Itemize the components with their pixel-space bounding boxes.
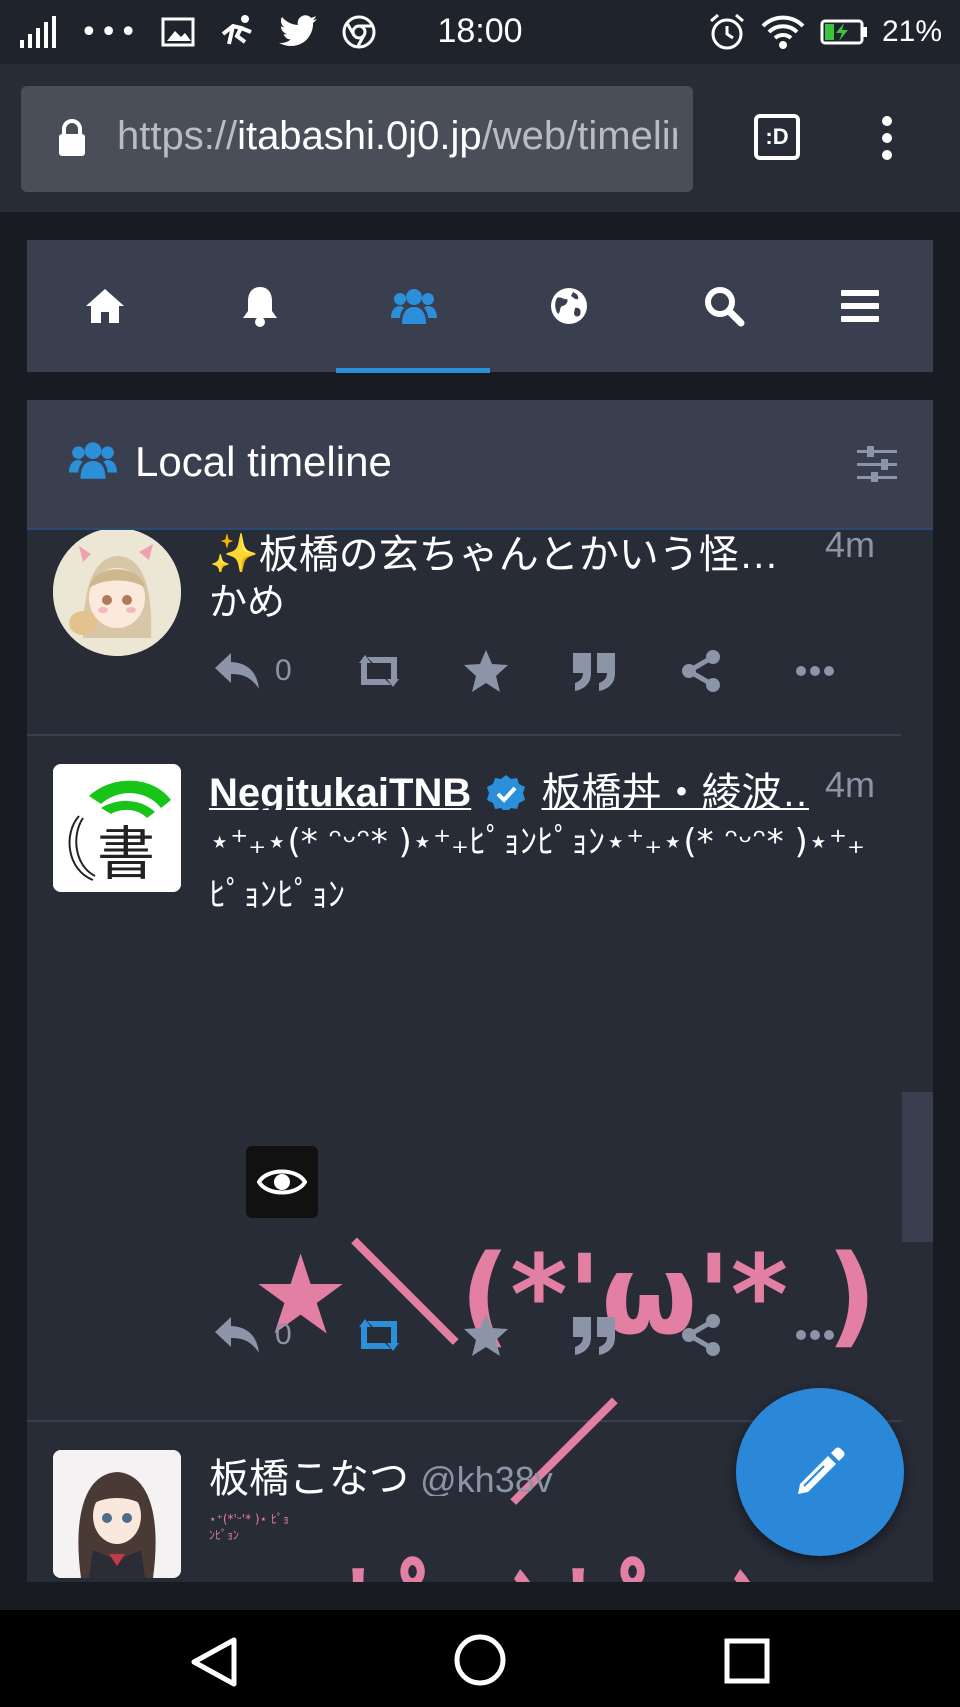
display-name[interactable]: 板橋こなつ	[209, 1457, 409, 1496]
url-path: /web/timelines/public/local	[481, 114, 677, 158]
favourite-button[interactable]	[463, 646, 509, 696]
status-content: ⋆⁺(*'ᵕ'* )⋆ ﾋﾟｮﾝﾋﾟｮﾝ	[209, 1512, 289, 1542]
tab-switcher-button[interactable]: :D	[754, 114, 800, 160]
reply-count: 0	[275, 1318, 292, 1351]
eye-icon	[257, 1169, 307, 1195]
status-content: ⋆⁺₊⋆(* ︎ᵔᵕᵔ︎* )⋆⁺₊ﾋﾟｮﾝﾋﾟｮﾝ⋆⁺₊⋆(* ︎ᵔᵕᵔ︎* …	[209, 822, 865, 915]
account-handle[interactable]: @kh38v	[420, 1459, 553, 1496]
avatar-image	[53, 1450, 181, 1578]
hamburger-menu-icon	[840, 290, 879, 322]
active-tab-indicator	[336, 368, 490, 373]
status-time[interactable]: 4m	[825, 764, 875, 806]
more-button[interactable]	[795, 1310, 835, 1360]
system-navigation-bar	[0, 1610, 960, 1707]
boost-button[interactable]	[351, 1310, 407, 1360]
boost-button[interactable]	[351, 646, 407, 696]
globe-icon	[550, 288, 587, 324]
battery-charging-icon	[820, 19, 867, 45]
column-title: Local timeline	[135, 438, 392, 485]
tab-switcher-label: :D	[765, 124, 789, 149]
status-header[interactable]: NegitukaiTNB 板橋丼・綾波…	[209, 760, 809, 810]
reply-button[interactable]: 0	[213, 646, 292, 696]
lock-icon	[59, 119, 85, 156]
browser-toolbar: https://itabashi.0j0.jp/web/timelines/pu…	[0, 64, 960, 212]
address-bar[interactable]: https://itabashi.0j0.jp/web/timelines/pu…	[21, 86, 693, 192]
reply-icon	[215, 1317, 259, 1353]
compose-button[interactable]	[736, 1388, 904, 1556]
display-name[interactable]: ✨板橋の玄ちゃんとかいう怪…	[209, 530, 809, 572]
svg-text:書: 書	[97, 820, 155, 888]
url-host: itabashi.0j0.jp	[237, 114, 482, 158]
avatar[interactable]	[53, 1450, 181, 1578]
reply-icon	[215, 653, 259, 689]
browser-menu-icon[interactable]	[872, 114, 902, 162]
quote-icon	[573, 1317, 615, 1355]
share-button[interactable]	[679, 1310, 723, 1360]
avatar-image	[53, 530, 181, 656]
scrollbar-thumb[interactable]	[902, 1092, 933, 1242]
users-icon	[69, 442, 117, 479]
share-button[interactable]	[679, 646, 723, 696]
status-actions: 0	[213, 646, 873, 696]
system-status-bar: ••• 18:00 21%	[0, 0, 960, 64]
account-handle[interactable]: 板橋丼・綾波…	[542, 771, 810, 810]
ellipsis-icon	[796, 1330, 834, 1340]
toggle-visibility-button[interactable]	[246, 1146, 318, 1218]
pencil-icon	[798, 1447, 845, 1494]
quote-icon	[573, 653, 615, 691]
url-text: https://itabashi.0j0.jp/web/timelines/pu…	[117, 114, 677, 159]
tab-federated[interactable]	[491, 240, 646, 372]
url-scheme: https://	[117, 114, 238, 158]
tab-menu[interactable]	[782, 240, 937, 372]
favourite-button[interactable]	[463, 1310, 509, 1360]
star-icon	[464, 650, 508, 692]
status-actions: 0	[213, 1310, 873, 1360]
avatar[interactable]	[53, 530, 181, 656]
tab-search[interactable]	[646, 240, 801, 372]
search-icon	[704, 287, 744, 327]
tab-home[interactable]	[27, 240, 182, 372]
status-time[interactable]: 4m	[825, 530, 875, 566]
status-item[interactable]: 書 NegitukaiTNB 板橋丼・綾波… 4m ⋆⁺₊⋆(* ︎ᵔᵕᵔ︎* …	[27, 736, 901, 1582]
recents-icon[interactable]	[724, 1638, 770, 1684]
avatar[interactable]: 書	[53, 764, 181, 892]
status-icons-right: 21%	[708, 10, 942, 54]
home-icon	[85, 289, 124, 323]
status-item[interactable]: ✨板橋の玄ちゃんとかいう怪… 4m かめ 0	[27, 530, 901, 736]
reply-button[interactable]: 0	[213, 1310, 292, 1360]
display-name[interactable]: NegitukaiTNB	[209, 771, 471, 810]
ellipsis-icon	[796, 666, 834, 676]
alarm-icon	[709, 13, 744, 50]
status-content: かめ	[209, 580, 286, 624]
home-circle-icon[interactable]	[454, 1634, 506, 1686]
quote-button[interactable]	[571, 646, 617, 696]
retweet-icon	[359, 655, 399, 687]
wifi-icon	[761, 15, 805, 49]
sliders-icon[interactable]	[857, 446, 897, 482]
verified-badge-icon	[487, 775, 526, 810]
status-header[interactable]: 板橋こなつ @kh38v	[209, 1446, 809, 1496]
avatar-image: 書	[53, 764, 181, 892]
tab-notifications[interactable]	[182, 240, 337, 372]
quote-button[interactable]	[571, 1310, 617, 1360]
reply-count: 0	[275, 654, 292, 687]
battery-percent: 21%	[881, 15, 942, 48]
users-icon	[390, 289, 437, 324]
more-button[interactable]	[795, 646, 835, 696]
share-icon	[682, 1314, 720, 1356]
bell-icon	[242, 287, 277, 327]
column-header[interactable]: Local timeline	[27, 400, 933, 530]
star-icon	[464, 1314, 508, 1356]
share-icon	[682, 650, 720, 692]
back-icon[interactable]	[190, 1636, 238, 1688]
tab-bar	[27, 240, 933, 372]
tab-local[interactable]	[336, 240, 491, 372]
retweet-icon	[359, 1319, 399, 1351]
